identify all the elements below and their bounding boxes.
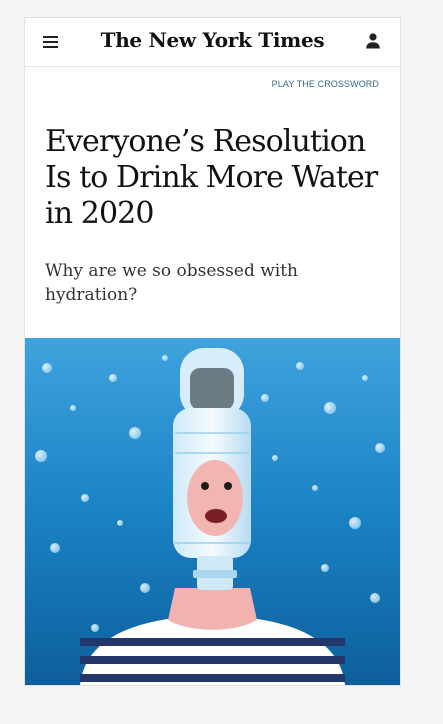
neck xyxy=(168,588,257,630)
play-crossword-link[interactable]: PLAY THE CROSSWORD xyxy=(272,79,379,89)
article-headline[interactable]: Everyone’s Resolution Is to Drink More W… xyxy=(45,124,385,232)
hero-illustration[interactable] xyxy=(25,338,400,685)
article-summary: Why are we so obsessed with hydration? xyxy=(45,261,298,305)
article-page: The New York Times PLAY THE CROSSWORD Ev… xyxy=(25,18,400,685)
top-navigation-bar: The New York Times xyxy=(25,18,400,67)
user-account-icon[interactable] xyxy=(364,32,382,50)
nyt-masthead-logo[interactable]: The New York Times xyxy=(25,28,400,52)
water-bottle-head xyxy=(173,348,251,590)
